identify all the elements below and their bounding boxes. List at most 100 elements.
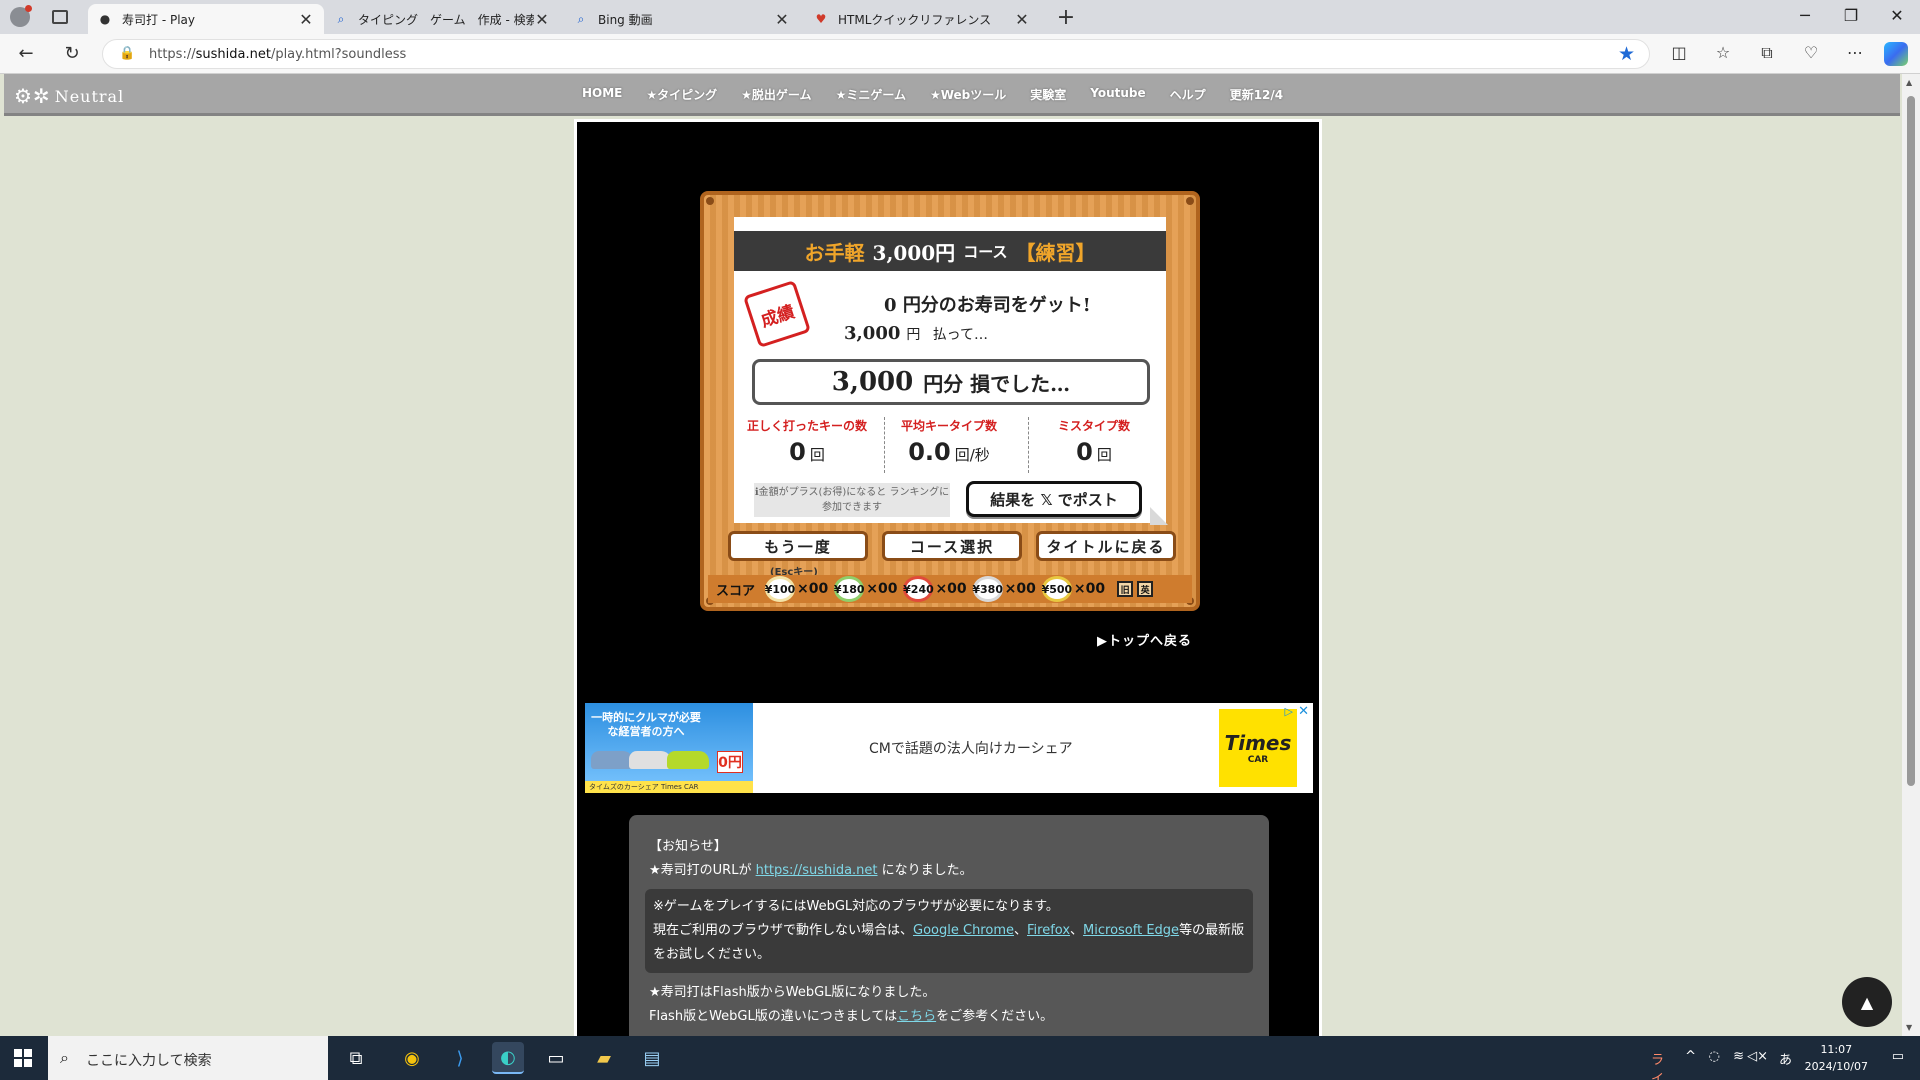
tab-title: Bing 動画 xyxy=(598,12,653,27)
course-select-button[interactable]: コース選択 xyxy=(882,531,1022,561)
english-mode-icon[interactable]: 英 xyxy=(1137,581,1154,597)
close-tab-icon[interactable]: ✕ xyxy=(534,10,550,29)
new-tab-button[interactable]: + xyxy=(1054,5,1078,30)
stat-value: 0回 xyxy=(789,438,825,466)
edge-link[interactable]: Microsoft Edge xyxy=(1083,923,1179,938)
tab-title: HTMLクイックリファレンス xyxy=(838,12,992,27)
advertisement-banner[interactable]: 一時的にクルマが必要な経営者の方へ 0円 タイムズのカーシェア Times CA… xyxy=(585,703,1313,793)
live-news-widget[interactable]: ライブ xyxy=(1651,1049,1664,1080)
file-explorer-icon[interactable]: ▰ xyxy=(588,1042,620,1074)
sushida-url-link[interactable]: https://sushida.net xyxy=(756,863,878,878)
stat-label: 正しく打ったキーの数 xyxy=(746,419,867,433)
edge-icon[interactable]: ◐ xyxy=(492,1042,524,1074)
notice-text: Flash版とWebGL版の違いにつきましては xyxy=(649,1009,898,1024)
collections-icon[interactable]: ⧉ xyxy=(1756,43,1778,63)
main-content: お手軽 3,000円 コース 【練習】 成績 0 円分のお寿司をゲット! 3,0… xyxy=(574,119,1322,1036)
browser-essentials-icon[interactable]: ♡ xyxy=(1800,43,1822,62)
site-logo[interactable]: ⚙✲ Neutral xyxy=(14,84,124,108)
close-tab-icon[interactable]: ✕ xyxy=(774,10,790,29)
chrome-icon[interactable]: ◉ xyxy=(396,1042,428,1074)
scroll-up-icon[interactable]: ▲ xyxy=(1906,78,1912,87)
menu-home[interactable]: HOME xyxy=(582,86,622,103)
restore-button[interactable]: ❐ xyxy=(1836,6,1866,25)
back-button[interactable]: ← xyxy=(14,42,38,66)
notice-panel: 【お知らせ】 ★寿司打のURLが https://sushida.net になり… xyxy=(629,815,1269,1036)
app-icon[interactable]: ▭ xyxy=(540,1042,572,1074)
page-scrollbar[interactable]: ▲ ▼ xyxy=(1902,74,1920,1036)
separator: 、 xyxy=(1013,923,1027,938)
vscode-icon[interactable]: ⟩ xyxy=(444,1042,476,1074)
browser-tab-bar: ● 寿司打 - Play ✕ ⌕ タイピング ゲーム 作成 - 検索 ✕ ⌕ B… xyxy=(0,0,1920,34)
tab-search[interactable]: ⌕ タイピング ゲーム 作成 - 検索 ✕ xyxy=(324,4,560,34)
retry-button[interactable]: もう一度 xyxy=(728,531,868,561)
menu-escape-game[interactable]: ★脱出ゲーム xyxy=(741,86,811,103)
scroll-down-icon[interactable]: ▼ xyxy=(1906,1023,1912,1032)
profile-avatar[interactable] xyxy=(10,5,32,27)
paper-curl xyxy=(1150,507,1168,525)
windows-start-icon[interactable] xyxy=(14,1049,32,1067)
plate-100: ¥100 ×00 xyxy=(765,576,828,602)
tab-sushida[interactable]: ● 寿司打 - Play ✕ xyxy=(88,4,324,34)
plate-240: ¥240 ×00 xyxy=(903,576,967,602)
notepad-icon[interactable]: ▤ xyxy=(636,1042,668,1074)
menu-typing[interactable]: ★タイピング xyxy=(646,86,717,103)
nail xyxy=(706,197,714,205)
favorite-star-icon[interactable]: ★ xyxy=(1618,43,1635,65)
tab-actions-icon[interactable] xyxy=(52,10,68,24)
search-placeholder: ここに入力して検索 xyxy=(86,1053,212,1069)
old-version-icon[interactable]: 旧 xyxy=(1117,581,1134,597)
task-view-icon[interactable]: ⧉ xyxy=(340,1042,372,1074)
stat-label: ミスタイプ数 xyxy=(1057,419,1130,433)
favorites-icon[interactable]: ☆ xyxy=(1712,43,1734,62)
tab-title: タイピング ゲーム 作成 - 検索 xyxy=(358,12,534,27)
ad-close-icon[interactable]: ✕ xyxy=(1298,704,1309,719)
minimize-button[interactable]: ─ xyxy=(1790,6,1820,25)
stat-avg-keytype: 平均キータイプ数 0.0 回/秒 xyxy=(884,417,1014,475)
adchoices-icon[interactable]: ▷ xyxy=(1285,705,1293,718)
firefox-link[interactable]: Firefox xyxy=(1027,923,1070,938)
menu-help[interactable]: ヘルプ xyxy=(1170,86,1206,103)
show-hidden-icons-icon[interactable]: ^ xyxy=(1685,1049,1696,1064)
taskbar-search[interactable]: ⌕ ここに入力して検索 xyxy=(48,1036,328,1080)
ad-text[interactable]: CMで話題の法人向けカーシェア xyxy=(869,738,1073,758)
tab-bing-video[interactable]: ⌕ Bing 動画 ✕ xyxy=(564,4,800,34)
network-icon[interactable]: ◌ xyxy=(1709,1049,1720,1064)
plate-count: ×00 xyxy=(866,581,898,597)
menu-mini-game[interactable]: ★ミニゲーム xyxy=(836,86,906,103)
earned-amount: 0 xyxy=(884,295,897,316)
refresh-button[interactable]: ↻ xyxy=(60,42,84,66)
menu-lab[interactable]: 実験室 xyxy=(1030,86,1066,103)
paid-unit: 円 xyxy=(906,327,921,343)
menu-updates[interactable]: 更新12/4 xyxy=(1230,86,1283,103)
notification-icon[interactable]: ▭ xyxy=(1892,1049,1904,1064)
wifi-icon[interactable]: ≋ xyxy=(1733,1049,1744,1064)
close-tab-icon[interactable]: ✕ xyxy=(298,10,314,29)
post-to-x-button[interactable]: 結果を 𝕏 でポスト xyxy=(966,481,1142,517)
address-bar[interactable]: 🔒 https://sushida.net/play.html?soundles… xyxy=(102,39,1650,69)
scrollbar-thumb[interactable] xyxy=(1907,96,1915,786)
close-tab-icon[interactable]: ✕ xyxy=(1014,10,1030,29)
split-screen-icon[interactable]: ◫ xyxy=(1668,43,1690,62)
loss-summary: 3,000 円分 損でした… xyxy=(752,359,1150,405)
ime-icon[interactable]: あ xyxy=(1779,1049,1792,1068)
menu-youtube[interactable]: Youtube xyxy=(1090,86,1145,103)
scroll-to-top-button[interactable]: ▲ xyxy=(1842,977,1892,1027)
tab-html-reference[interactable]: ♥ HTMLクイックリファレンス ✕ xyxy=(804,4,1040,34)
copilot-icon[interactable] xyxy=(1884,42,1908,66)
menu-web-tools[interactable]: ★Webツール xyxy=(930,86,1006,103)
browser-suggestion: 現在ご利用のブラウザで動作しない場合は、Google Chrome、Firefo… xyxy=(653,919,1245,967)
clock[interactable]: 11:07 2024/10/07 xyxy=(1805,1041,1868,1075)
volume-muted-icon[interactable]: ◁× xyxy=(1747,1049,1768,1064)
back-to-title-button[interactable]: タイトルに戻る xyxy=(1036,531,1176,561)
stat-divider xyxy=(1028,417,1029,473)
chrome-link[interactable]: Google Chrome xyxy=(913,923,1014,938)
result-paper: お手軽 3,000円 コース 【練習】 成績 0 円分のお寿司をゲット! 3,0… xyxy=(734,217,1168,525)
more-menu-icon[interactable]: ⋯ xyxy=(1844,43,1866,62)
ad-image[interactable]: 一時的にクルマが必要な経営者の方へ 0円 タイムズのカーシェア Times CA… xyxy=(585,703,753,793)
close-window-button[interactable]: ✕ xyxy=(1882,6,1912,25)
back-to-top-link[interactable]: ▶トップへ戻る xyxy=(1097,630,1192,649)
details-link[interactable]: こちら xyxy=(897,1009,936,1024)
game-result-board: お手軽 3,000円 コース 【練習】 成績 0 円分のお寿司をゲット! 3,0… xyxy=(700,191,1200,611)
difference-line: Flash版とWebGL版の違いにつきましてはこちらをご参考ください。 xyxy=(649,1005,1249,1029)
times-car-logo[interactable]: Times CAR xyxy=(1219,709,1297,787)
